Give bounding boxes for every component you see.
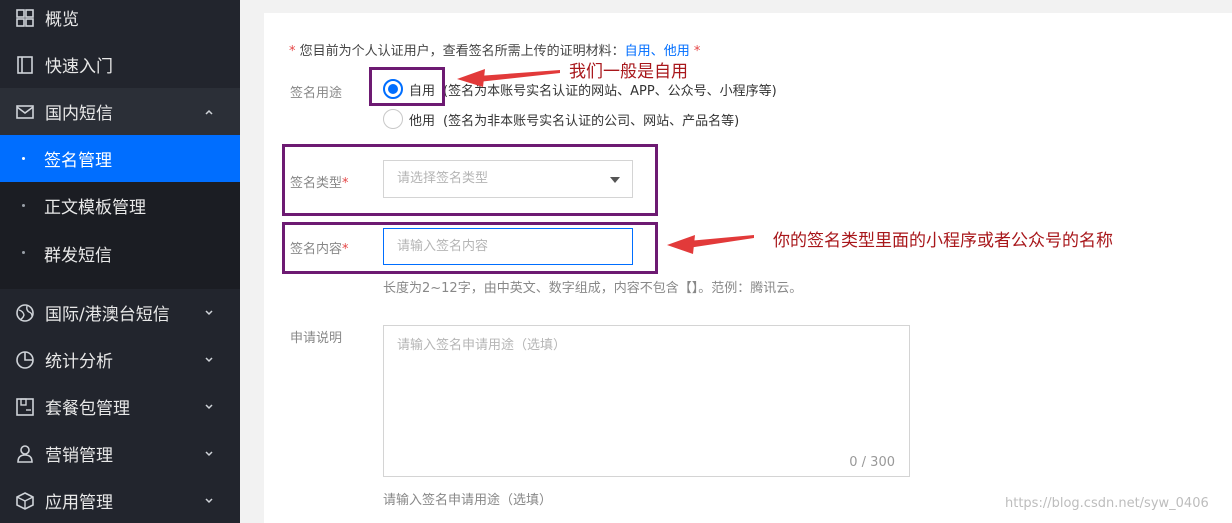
description-textarea-wrapper: 0 / 300 — [383, 325, 910, 477]
chevron-down-icon — [205, 309, 213, 315]
sidebar-item-label: 正文模板管理 — [44, 198, 146, 218]
radio-description: (签名为非本账号实名认证的公司、网站、产品名等) — [443, 113, 740, 129]
usage-label: 签名用途 — [290, 86, 343, 101]
sidebar-item-label: 套餐包管理 — [45, 399, 130, 419]
sidebar-item-label: 营销管理 — [45, 446, 113, 466]
sidebar-item-label: 应用管理 — [45, 493, 113, 513]
required-mark: * — [693, 44, 701, 59]
sidebar-item-label: 统计分析 — [45, 352, 113, 372]
radio-label: 他用 — [409, 113, 436, 129]
required-mark: * — [289, 44, 296, 59]
description-label: 申请说明 — [290, 331, 343, 346]
globe-icon — [16, 303, 34, 322]
annotation-box-type — [282, 144, 658, 216]
chevron-up-icon — [205, 109, 213, 115]
sidebar-item-label: 国际/港澳台短信 — [45, 305, 170, 325]
annotation-note-name: 你的签名类型里面的小程序或者公众号的名称 — [773, 231, 1113, 251]
pie-chart-icon — [16, 350, 34, 369]
char-counter: 0 / 300 — [849, 455, 895, 470]
sidebar: 概览 快速入门 国内短信 签名管理 正文模板管理 群发短信 国际/港澳台短信 统… — [0, 0, 240, 523]
sidebar-item-domestic-sms[interactable]: 国内短信 — [0, 88, 240, 135]
sidebar-item-statistics[interactable]: 统计分析 — [0, 336, 240, 383]
sidebar-item-template-management[interactable]: 正文模板管理 — [0, 182, 240, 229]
sidebar-item-label: 签名管理 — [44, 151, 112, 171]
sidebar-item-bulk-sms[interactable]: 群发短信 — [0, 229, 240, 289]
chevron-down-icon — [205, 497, 213, 503]
sidebar-item-label: 群发短信 — [44, 246, 112, 266]
sidebar-item-international-sms[interactable]: 国际/港澳台短信 — [0, 289, 240, 336]
bullet-icon — [22, 157, 25, 160]
bullet-icon — [22, 204, 25, 207]
sidebar-item-applications[interactable]: 应用管理 — [0, 477, 240, 523]
sidebar-item-quickstart[interactable]: 快速入门 — [0, 41, 240, 88]
cube-icon — [16, 491, 34, 510]
user-icon — [17, 444, 33, 463]
grid-icon — [16, 8, 34, 27]
annotation-note-self-use: 我们一般是自用 — [569, 62, 688, 82]
annotation-box-content — [282, 222, 658, 274]
sidebar-item-overview[interactable]: 概览 — [0, 0, 240, 41]
content-hint: 长度为2~12字，由中英文、数字组成，内容不包含【】。范例：腾讯云。 — [383, 281, 803, 296]
description-textarea[interactable] — [384, 326, 909, 476]
radio-unchecked-icon[interactable] — [383, 109, 403, 129]
chevron-down-icon — [205, 403, 213, 409]
description-hint: 请输入签名申请用途（选填） — [383, 493, 553, 508]
sidebar-item-label: 国内短信 — [45, 104, 113, 124]
watermark: https://blog.csdn.net/syw_0406 — [1005, 496, 1209, 511]
bullet-icon — [22, 251, 25, 254]
sidebar-item-label: 概览 — [45, 10, 79, 30]
book-icon — [17, 55, 33, 74]
sidebar-item-label: 快速入门 — [45, 57, 113, 77]
sidebar-item-marketing[interactable]: 营销管理 — [0, 430, 240, 477]
annotation-box-self-use — [369, 67, 445, 106]
chevron-down-icon — [205, 450, 213, 456]
radio-other-use[interactable]: 他用 (签名为非本账号实名认证的公司、网站、产品名等) — [383, 109, 739, 129]
sidebar-item-signature-management[interactable]: 签名管理 — [0, 135, 240, 182]
mail-icon — [16, 104, 34, 119]
radio-description: (签名为本账号实名认证的网站、APP、公众号、小程序等) — [443, 83, 777, 99]
chevron-down-icon — [205, 356, 213, 362]
sidebar-item-packages[interactable]: 套餐包管理 — [0, 383, 240, 430]
package-icon — [16, 397, 34, 416]
